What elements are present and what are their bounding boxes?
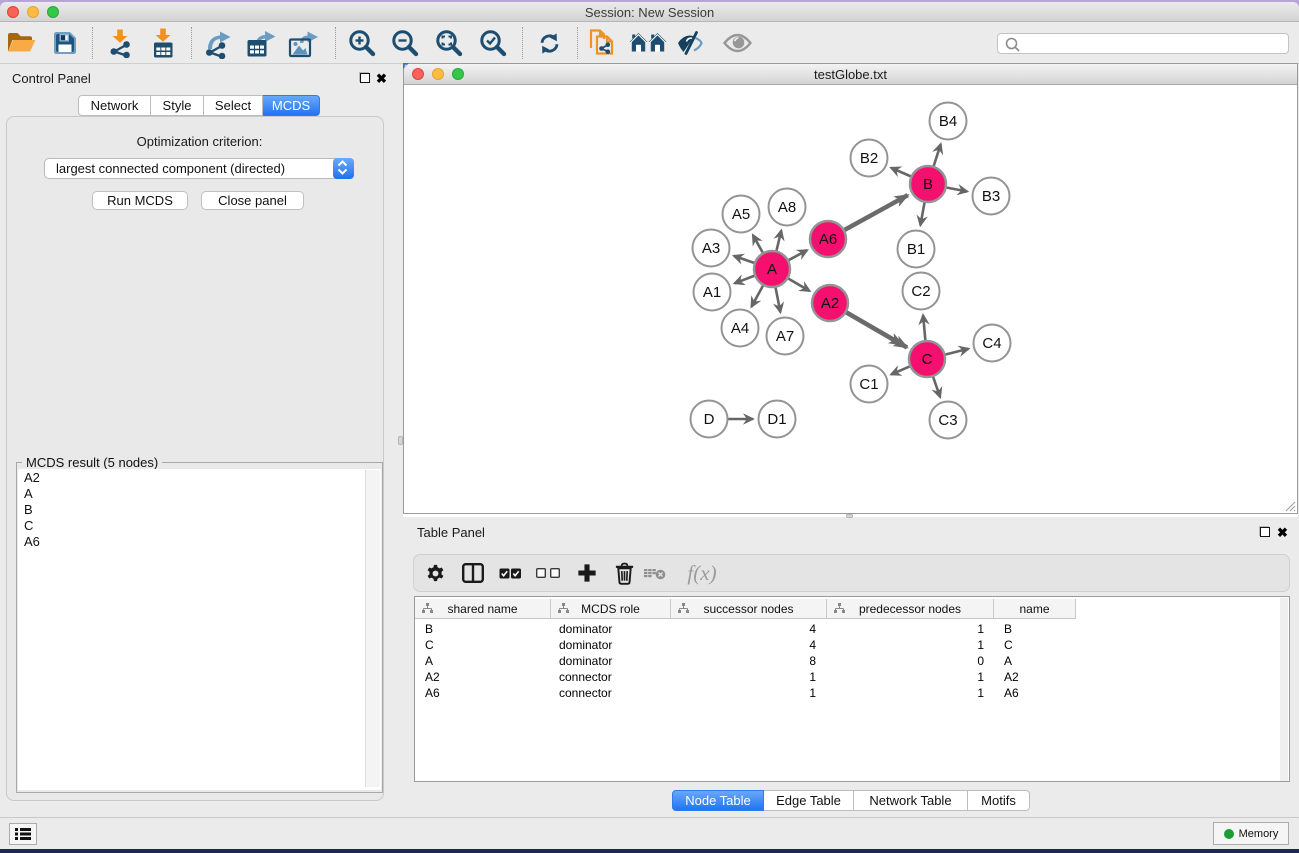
svg-text:A1: A1 — [703, 284, 721, 301]
svg-text:B4: B4 — [939, 113, 957, 130]
svg-text:A6: A6 — [819, 231, 837, 248]
svg-text:B3: B3 — [982, 188, 1000, 205]
svg-text:B: B — [923, 176, 933, 193]
svg-text:C4: C4 — [982, 335, 1001, 352]
svg-text:C3: C3 — [938, 412, 957, 429]
svg-text:A5: A5 — [732, 206, 750, 223]
svg-text:A8: A8 — [778, 199, 796, 216]
svg-text:A4: A4 — [731, 320, 749, 337]
svg-text:A: A — [767, 261, 777, 278]
svg-text:A3: A3 — [702, 240, 720, 257]
svg-text:C1: C1 — [859, 376, 878, 393]
svg-text:C2: C2 — [911, 283, 930, 300]
svg-text:C: C — [922, 351, 933, 368]
svg-text:B2: B2 — [860, 150, 878, 167]
svg-text:D: D — [704, 411, 715, 428]
svg-text:D1: D1 — [767, 411, 786, 428]
svg-text:A2: A2 — [821, 295, 839, 312]
svg-text:A7: A7 — [776, 328, 794, 345]
svg-text:B1: B1 — [907, 241, 925, 258]
